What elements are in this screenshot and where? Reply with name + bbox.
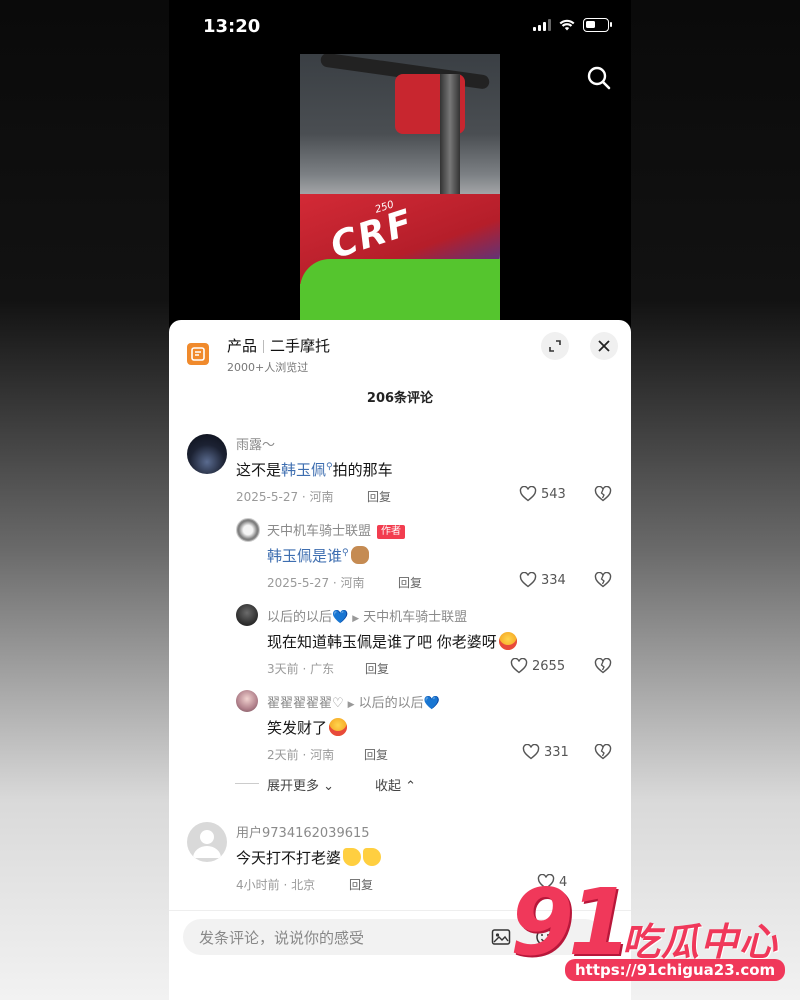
background-left <box>0 0 169 1000</box>
expand-icon <box>549 340 561 352</box>
comment-input[interactable] <box>197 919 481 957</box>
comment-username[interactable]: 用户9734162039615 <box>236 822 370 841</box>
broken-heart-icon <box>594 657 612 674</box>
clap-emoji-icon <box>363 848 382 866</box>
reply-arrow-icon: ▶ <box>352 614 360 624</box>
expand-button[interactable] <box>541 332 569 360</box>
header-category: 产品 <box>227 337 258 355</box>
status-time: 13:20 <box>203 16 261 37</box>
search-icon[interactable] <box>585 64 613 92</box>
dislike-button[interactable] <box>594 657 612 678</box>
header-topic: 二手摩托 <box>270 337 331 355</box>
comment-text: 这不是韩玉佩⚲拍的那车 <box>236 461 393 479</box>
comment-meta: 3天前 · 广东 <box>267 662 335 676</box>
like-button[interactable]: 334 <box>519 572 566 588</box>
divider <box>235 783 259 784</box>
reply-button[interactable]: 回复 <box>367 488 391 505</box>
status-bar: 13:20 <box>169 0 631 54</box>
comment-username[interactable]: 翟翟翟翟翟♡ ▶ 以后的以后💙 <box>267 692 440 711</box>
clap-emoji-icon <box>343 848 362 866</box>
like-button[interactable]: 331 <box>522 744 569 760</box>
watermark-name: 吃瓜中心 <box>622 920 779 964</box>
phone-screen: 13:20 250 CRF 产品 二手摩托 2000+人浏览过 206条评论 雨… <box>169 0 631 1000</box>
dislike-button[interactable] <box>594 743 612 764</box>
comment-text: 今天打不打老婆 <box>236 847 382 868</box>
sheet-header: 产品 二手摩托 2000+人浏览过 <box>169 320 631 380</box>
broken-heart-icon <box>594 485 612 502</box>
avatar[interactable] <box>187 434 227 474</box>
avatar[interactable] <box>236 604 258 626</box>
comments-count: 206条评论 <box>366 391 434 406</box>
comment-username[interactable]: 以后的以后💙 ▶ 天中机车骑士联盟 <box>267 606 467 625</box>
chevron-down-icon: ⌄ <box>323 779 335 794</box>
image-icon[interactable] <box>491 927 511 947</box>
background-right <box>631 0 800 1000</box>
heart-icon <box>519 572 537 588</box>
signal-icon <box>533 19 551 31</box>
expand-more-button[interactable]: 展开更多 ⌄ <box>267 775 334 794</box>
product-icon <box>187 343 209 365</box>
comment-meta: 2天前 · 河南 <box>267 748 335 762</box>
reply-button[interactable]: 回复 <box>349 876 373 893</box>
like-count: 2655 <box>532 658 566 674</box>
comment-username[interactable]: 天中机车骑士联盟 作者 <box>267 520 406 539</box>
comment-text: 笑发财了 <box>267 717 348 738</box>
thread-controls: 展开更多 ⌄ 收起 ⌃ <box>235 773 535 794</box>
broken-heart-icon <box>594 743 612 760</box>
heart-icon <box>522 744 540 760</box>
broken-heart-icon <box>594 571 612 588</box>
chevron-up-icon: ⌃ <box>405 779 417 794</box>
bike-shroud-shape <box>300 259 500 320</box>
battery-icon <box>583 18 612 32</box>
avatar[interactable] <box>236 690 258 712</box>
comment-meta: 2025-5-27 · 河南 <box>267 576 365 590</box>
reply-arrow-icon: ▶ <box>347 700 355 710</box>
comment-link[interactable]: 韩玉佩 <box>281 461 326 479</box>
comment-text: 现在知道韩玉佩是谁了吧 你老婆呀 <box>267 631 517 652</box>
comment-meta: 2025-5-27 · 河南 <box>236 490 334 504</box>
like-count: 543 <box>541 486 566 502</box>
dislike-button[interactable] <box>594 571 612 592</box>
close-icon <box>598 340 610 352</box>
reply-button[interactable]: 回复 <box>365 660 389 677</box>
heart-icon <box>519 486 537 502</box>
bear-emoji-icon <box>350 546 369 564</box>
watermark-url: https://91chigua23.com <box>565 959 786 981</box>
close-button[interactable] <box>590 332 618 360</box>
header-views: 2000+人浏览过 <box>227 361 309 374</box>
heart-icon <box>510 658 528 674</box>
like-count: 334 <box>541 572 566 588</box>
laugh-emoji-icon <box>329 718 348 736</box>
author-badge: 作者 <box>377 525 406 539</box>
avatar[interactable] <box>236 518 260 542</box>
search-icon[interactable]: ⚲ <box>326 462 333 472</box>
fork-shape <box>440 74 460 194</box>
comment-text: 韩玉佩是谁⚲ <box>267 545 369 566</box>
wifi-icon <box>559 19 575 31</box>
like-button[interactable]: 2655 <box>510 658 565 674</box>
header-title[interactable]: 产品 二手摩托 <box>227 335 330 356</box>
comment-link[interactable]: 韩玉佩是谁 <box>267 547 342 565</box>
status-icons <box>533 18 612 32</box>
watermark-logo: 91 吃瓜中心 https://91chigua23.com <box>510 869 790 985</box>
laugh-emoji-icon <box>498 632 517 650</box>
collapse-button[interactable]: 收起 ⌃ <box>375 775 416 794</box>
comment-meta: 4小时前 · 北京 <box>236 878 316 892</box>
like-count: 331 <box>544 744 569 760</box>
search-icon[interactable]: ⚲ <box>342 548 349 558</box>
reply-button[interactable]: 回复 <box>398 574 422 591</box>
like-button[interactable]: 543 <box>519 486 566 502</box>
reply-button[interactable]: 回复 <box>364 746 388 763</box>
comment-username[interactable]: 雨露～ <box>236 434 275 453</box>
dislike-button[interactable] <box>594 485 612 506</box>
avatar[interactable] <box>187 822 227 862</box>
video-player[interactable]: 250 CRF <box>300 54 500 320</box>
